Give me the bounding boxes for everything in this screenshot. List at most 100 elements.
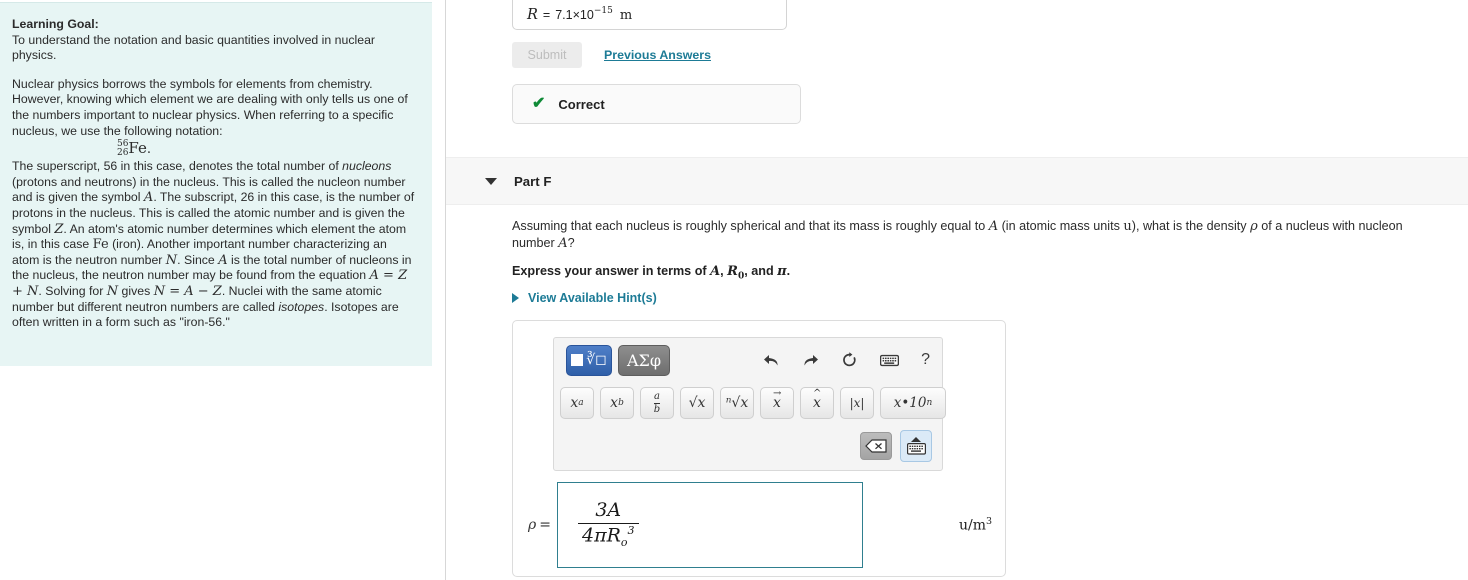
status-text: Correct: [558, 96, 605, 112]
p2-math-N2: N: [106, 283, 119, 299]
previous-answers-link[interactable]: Previous Answers: [604, 48, 711, 62]
check-icon: ✔: [532, 95, 546, 112]
fraction-numerator: a: [654, 390, 660, 402]
key-sup: a: [578, 398, 584, 408]
previous-answer-exponent: −15: [593, 6, 613, 17]
answer-entry-row: ρ = 3A 4πRo3 u/m3: [523, 482, 999, 568]
answer-input[interactable]: 3A 4πRo3: [557, 482, 863, 568]
answer-variable-label: ρ =: [523, 517, 557, 533]
express-math-pi: π: [777, 264, 787, 279]
superscript-key[interactable]: xa: [560, 387, 594, 419]
submit-row: Submit Previous Answers: [512, 42, 711, 68]
question-body: Assuming that each nucleus is roughly sp…: [512, 218, 1447, 282]
chevron-right-icon: [512, 293, 519, 303]
sidebar-paragraph-2: The superscript, 56 in this case, denote…: [12, 159, 416, 331]
key-base: x: [570, 395, 579, 411]
key-label: |x|: [849, 396, 865, 410]
part-f-header[interactable]: Part F: [446, 157, 1468, 205]
p2-italic-isotopes: isotopes: [278, 299, 325, 314]
nuclide-atomic-number: 26: [116, 148, 129, 159]
undo-arrow-icon[interactable]: [763, 353, 780, 368]
nth-root-key[interactable]: ⁿ√x: [720, 387, 754, 419]
fraction-key[interactable]: a b: [640, 387, 674, 419]
p2-math-Fe: Fe: [92, 237, 109, 253]
q-text-5: ?: [567, 236, 575, 250]
express-math-A: A: [710, 264, 721, 279]
express-math-R: R: [727, 264, 738, 279]
math-toolbar-top-row: ∛◻ ΑΣφ ?: [554, 338, 942, 382]
q-text-3: ), what is the density: [1131, 219, 1251, 233]
key-sup: n: [926, 398, 933, 408]
answer-units: u/m3: [959, 516, 992, 534]
fraction-denominator: b: [653, 403, 661, 415]
subscript-key[interactable]: xb: [600, 387, 634, 419]
scientific-notation-key[interactable]: x•10 n: [880, 387, 946, 419]
equals-symbol: =: [539, 517, 551, 533]
nuclide-symbol: Fe: [128, 139, 147, 158]
q-text-2: (in atomic mass units: [998, 219, 1124, 233]
math-toolbar: ∛◻ ΑΣφ ? x a x b a b √x ⁿ√x → x ^ x |x| …: [553, 337, 946, 471]
q-math-A2: A: [558, 236, 568, 251]
previous-answer-expression: R = 7.1×10−15 m: [527, 6, 632, 23]
math-key-row: xa xb a b √x ⁿ√x → x ^ x |x| x•10 n: [554, 382, 946, 424]
key-base: x: [610, 395, 619, 411]
p2-text-9: gives: [118, 283, 154, 298]
answer-expression: 3A 4πRo3: [578, 499, 639, 550]
absolute-value-key[interactable]: |x|: [840, 387, 874, 419]
radical-icon: ∛◻: [586, 352, 607, 368]
nuclide-notation: 56 26 Fe.: [12, 140, 416, 158]
hat-glyph: ^ x: [813, 388, 821, 411]
express-text-3: , and: [744, 264, 778, 278]
q-text-1: Assuming that each nucleus is roughly sp…: [512, 219, 989, 233]
express-text-1: Express your answer in terms of: [512, 264, 711, 278]
answer-denominator: 4πRo3: [578, 524, 639, 550]
learning-goal-label: Learning Goal:: [12, 17, 99, 31]
view-hints-link[interactable]: View Available Hint(s): [512, 291, 657, 305]
greek-symbols-button[interactable]: ΑΣφ: [618, 344, 670, 376]
p2-text-8: . Solving for: [38, 283, 107, 298]
keyboard-icon[interactable]: [880, 354, 900, 367]
vector-glyph: → x: [773, 388, 781, 411]
chevron-down-icon[interactable]: [485, 177, 497, 185]
previous-answer-value: 7.1×10: [555, 8, 594, 22]
nuclide-period: .: [146, 142, 152, 158]
help-icon[interactable]: ?: [921, 351, 930, 369]
refresh-icon[interactable]: [841, 352, 858, 368]
learning-goal-text: To understand the notation and basic qua…: [12, 32, 376, 63]
p2-math-A: A: [143, 190, 154, 206]
page-root: Learning Goal: To understand the notatio…: [0, 0, 1468, 580]
sqrt-key[interactable]: √x: [680, 387, 714, 419]
previous-answer-equals: =: [542, 8, 551, 22]
p2-math-N: N: [165, 252, 178, 268]
backspace-icon[interactable]: [860, 432, 892, 460]
learning-goal-panel: Learning Goal: To understand the notatio…: [0, 2, 432, 366]
p2-equation-NAZ: N = A − Z: [153, 283, 222, 299]
part-label: Part F: [514, 173, 552, 189]
denominator-coefficient: 4πR: [582, 524, 621, 547]
vector-key[interactable]: → x: [760, 387, 794, 419]
submit-button[interactable]: Submit: [512, 42, 582, 68]
units-exponent: 3: [986, 516, 993, 528]
answer-numerator: 3A: [595, 499, 622, 522]
denominator-subscript: o: [620, 536, 628, 550]
express-text-4: .: [786, 264, 791, 278]
previous-answer-variable: R: [527, 7, 538, 23]
main-column: R = 7.1×10−15 m Submit Previous Answers ✔ C…: [446, 0, 1468, 580]
p2-text-1: The superscript, 56 in this case, denote…: [12, 159, 343, 174]
nuclide-numbers: 56 26: [117, 140, 128, 158]
redo-arrow-icon[interactable]: [802, 353, 819, 368]
math-toolbar-bottom-row: [554, 424, 942, 468]
rho-symbol: ρ: [528, 517, 537, 533]
units-text: u/m: [959, 517, 987, 534]
previous-answer-unit: m: [619, 8, 633, 23]
p2-math-A2: A: [218, 252, 228, 268]
keyboard-up-icon[interactable]: [900, 430, 932, 462]
express-instruction: Express your answer in terms of A, R0, a…: [512, 264, 1447, 282]
template-mode-button[interactable]: ∛◻: [566, 344, 612, 376]
vector-arrow-icon: →: [773, 388, 782, 399]
caret-up-icon: [911, 437, 921, 442]
hat-key[interactable]: ^ x: [800, 387, 834, 419]
previous-answer-field[interactable]: R = 7.1×10−15 m: [512, 0, 787, 30]
denominator-exponent: 3: [627, 524, 635, 538]
